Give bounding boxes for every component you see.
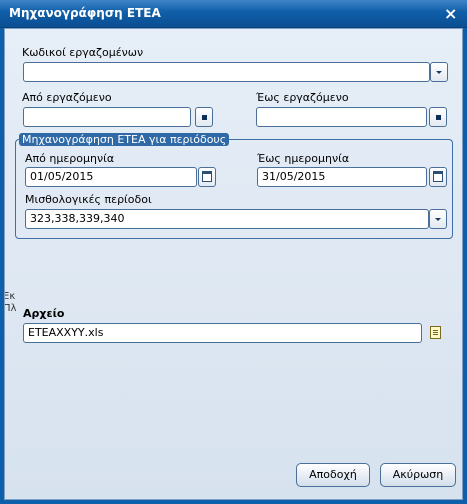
clipped-label-2: Πλ — [4, 303, 17, 314]
calendar-icon — [202, 171, 212, 182]
lookup-icon — [202, 115, 207, 120]
file-path-input[interactable]: ΕΤΕΑΧΧΥΥ.xls — [23, 323, 422, 343]
chevron-down-icon — [436, 71, 442, 74]
ok-button[interactable]: Αποδοχή — [296, 463, 370, 487]
to-date-calendar-button[interactable] — [429, 167, 447, 187]
dialog-body: Κωδικοί εργαζομένων Από εργαζόμενο Έως ε… — [4, 28, 463, 500]
cancel-button[interactable]: Ακύρωση — [380, 463, 456, 487]
title-bar[interactable]: Μηχανογράφηση ΕΤΕΑ × — [0, 0, 467, 28]
file-label: Αρχείο — [23, 307, 65, 320]
from-employee-input[interactable] — [23, 107, 191, 127]
window-title: Μηχανογράφηση ΕΤΕΑ — [9, 6, 161, 20]
payroll-periods-label: Μισθολογικές περίοδοι — [25, 193, 152, 206]
employee-codes-dropdown-button[interactable] — [430, 62, 448, 82]
to-date-input[interactable]: 31/05/2015 — [257, 167, 427, 187]
to-employee-lookup-button[interactable] — [429, 107, 447, 127]
employee-codes-label: Κωδικοί εργαζομένων — [22, 46, 144, 59]
chevron-down-icon — [435, 218, 441, 221]
file-browse-icon[interactable] — [430, 326, 441, 339]
employee-codes-input[interactable] — [23, 62, 430, 82]
clipped-label-1: Εκ — [4, 291, 16, 302]
calendar-icon — [433, 171, 443, 182]
from-employee-lookup-button[interactable] — [195, 107, 213, 127]
from-employee-label: Από εργαζόμενο — [22, 91, 112, 104]
lookup-icon — [436, 115, 441, 120]
dialog-window: Μηχανογράφηση ΕΤΕΑ × Κωδικοί εργαζομένων… — [0, 0, 467, 504]
close-icon[interactable]: × — [444, 6, 457, 22]
to-date-label: Έως ημερομηνία — [257, 152, 350, 165]
payroll-periods-dropdown-button[interactable] — [429, 209, 447, 229]
payroll-periods-input[interactable]: 323,338,339,340 — [25, 209, 429, 229]
from-date-label: Από ημερομηνία — [25, 152, 115, 165]
from-date-input[interactable]: 01/05/2015 — [25, 167, 197, 187]
to-employee-input[interactable] — [256, 107, 427, 127]
period-group-title: Μηχανογράφηση ΕΤΕΑ για περιόδους — [19, 133, 230, 146]
to-employee-label: Έως εργαζόμενο — [256, 91, 349, 104]
from-date-calendar-button[interactable] — [198, 167, 216, 187]
